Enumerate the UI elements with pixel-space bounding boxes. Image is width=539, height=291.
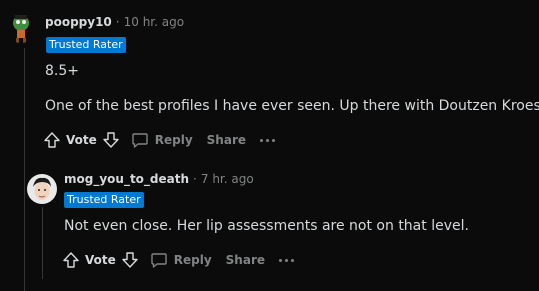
comment-body-line: 8.5+ xyxy=(45,63,79,79)
comment-meta: mog_you_to_death · 7 hr. ago xyxy=(64,172,254,186)
comment-body-line: Not even close. Her lip assessments are … xyxy=(64,218,469,234)
thread-line-child[interactable] xyxy=(42,207,43,279)
timestamp[interactable]: 10 hr. ago xyxy=(124,15,184,29)
reply-label: Reply xyxy=(154,133,193,147)
comment-icon xyxy=(132,133,148,148)
upvote-button[interactable] xyxy=(61,250,81,270)
vote-count: Vote xyxy=(85,253,116,267)
comment-icon xyxy=(151,253,167,268)
downvote-button[interactable] xyxy=(101,130,121,150)
comment-actions: Vote Reply Share xyxy=(61,248,297,272)
comment-actions: Vote Reply Share xyxy=(42,128,278,152)
upvote-icon xyxy=(44,132,60,148)
downvote-button[interactable] xyxy=(120,250,140,270)
comment-thread: pooppy10 · 10 hr. ago Trusted Rater 8.5+… xyxy=(0,0,539,291)
upvote-button[interactable] xyxy=(42,130,62,150)
thread-line-parent[interactable] xyxy=(24,48,25,291)
reply-button[interactable]: Reply xyxy=(150,251,212,269)
comment-body-line: One of the best profiles I have ever see… xyxy=(45,98,539,114)
more-options-icon xyxy=(260,138,263,142)
avatar-image xyxy=(4,9,38,43)
reply-label: Reply xyxy=(173,253,212,267)
downvote-icon xyxy=(122,252,138,268)
avatar[interactable] xyxy=(4,9,38,43)
avatar[interactable] xyxy=(27,174,57,204)
more-options-button[interactable] xyxy=(279,258,297,262)
share-button[interactable]: Share xyxy=(207,133,246,147)
user-flair: Trusted Rater xyxy=(64,192,144,208)
vote-count: Vote xyxy=(66,133,97,147)
more-options-icon xyxy=(279,258,282,262)
upvote-icon xyxy=(63,252,79,268)
meta-separator: · xyxy=(115,15,120,29)
downvote-icon xyxy=(103,132,119,148)
share-button[interactable]: Share xyxy=(226,253,265,267)
comment-meta: pooppy10 · 10 hr. ago xyxy=(45,15,184,29)
more-options-button[interactable] xyxy=(260,138,278,142)
timestamp[interactable]: 7 hr. ago xyxy=(201,172,254,186)
meta-separator: · xyxy=(193,172,197,186)
username[interactable]: pooppy10 xyxy=(45,15,112,29)
user-flair: Trusted Rater xyxy=(46,37,126,53)
avatar-image xyxy=(27,174,57,204)
username[interactable]: mog_you_to_death xyxy=(64,172,189,186)
reply-button[interactable]: Reply xyxy=(131,131,193,149)
